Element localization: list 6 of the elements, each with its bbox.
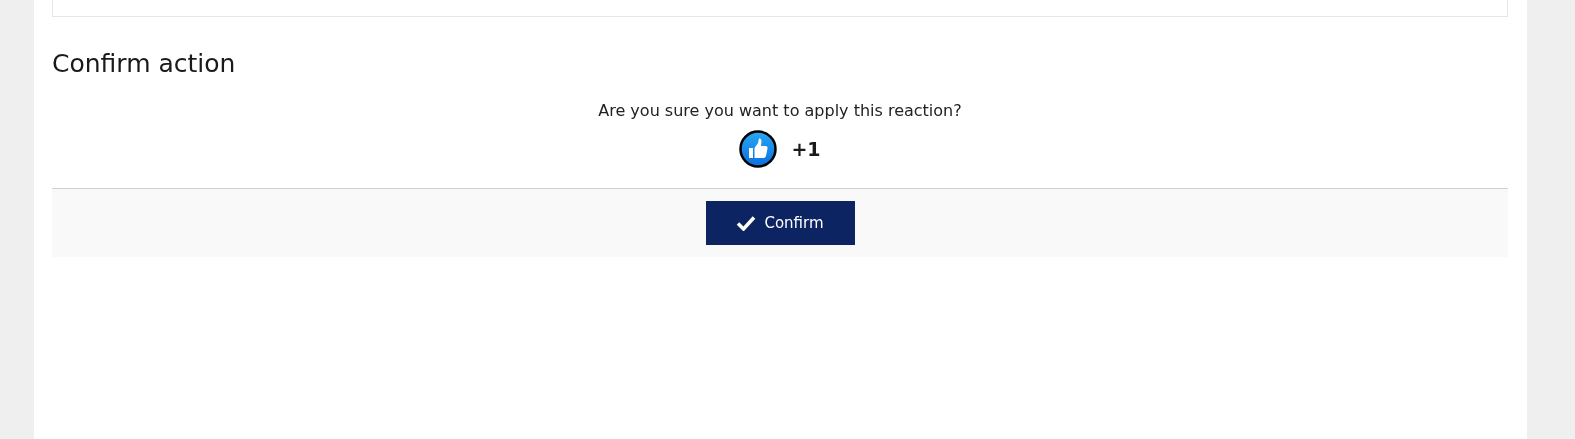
thumbs-up-icon xyxy=(739,130,778,168)
confirm-message: Are you sure you want to apply this reaction? xyxy=(598,101,962,120)
reaction-label: +1 xyxy=(791,138,821,160)
confirm-button[interactable]: Confirm xyxy=(705,201,855,245)
check-icon xyxy=(736,215,757,231)
dialog-title: Confirm action xyxy=(52,48,237,80)
